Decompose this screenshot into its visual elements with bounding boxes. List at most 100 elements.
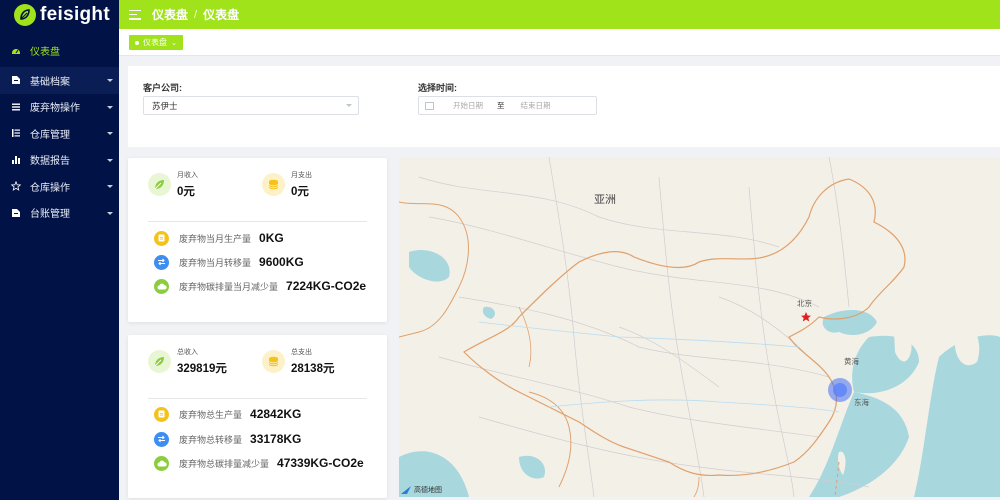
- coins-icon: [262, 173, 285, 196]
- map-view[interactable]: 亚洲 北京 黄海 东海 高德地图: [399, 157, 1000, 497]
- total-expense-value: 28138元: [291, 363, 335, 375]
- sidebar-item-label: 仪表盘: [30, 47, 60, 58]
- leaf-icon: [148, 173, 171, 196]
- list-item: 废弃物总转移量 33178KG: [154, 431, 301, 447]
- sidebar-item-label: 数据报告: [30, 156, 70, 168]
- document-icon: [154, 406, 169, 422]
- total-production-value: 42842KG: [250, 407, 302, 421]
- total-transfer-label: 废弃物总转移量: [179, 434, 243, 445]
- tab-dropdown-icon[interactable]: ⌄: [171, 39, 177, 47]
- warehouse-list-icon: [11, 128, 21, 138]
- map-attribution[interactable]: 高德地图: [401, 485, 442, 495]
- sidebar-item-label: 基础档案: [30, 76, 70, 88]
- monthly-income-label: 月收入: [177, 172, 198, 179]
- location-marker[interactable]: [828, 378, 852, 402]
- monthly-carbon-value: 7224KG-CO2e: [286, 279, 367, 293]
- sidebar-item-label: 仓库管理: [30, 129, 70, 141]
- monthly-income-value: 0元: [177, 186, 195, 198]
- monthly-carbon-label: 废弃物碳排量当月减少量: [179, 281, 279, 292]
- filter-panel: 客户公司: 苏伊士 选择时间: 开始日期 至 结束日期: [128, 66, 1000, 147]
- sidebar: feisight 仪表盘 基础档案 废弃物操作 仓库管理 数据报告 仓库操作 台…: [0, 0, 119, 500]
- map-label-east-sea: 东海: [854, 398, 869, 407]
- company-select-value: 苏伊士: [152, 100, 178, 111]
- total-income-stat: 总收入 329819元: [148, 347, 227, 376]
- total-expense-label: 总支出: [291, 349, 312, 356]
- leaf-logo-icon: [14, 4, 36, 26]
- list-item: 废弃物当月生产量 0KG: [154, 230, 284, 246]
- list-item: 废弃物碳排量当月减少量 7224KG-CO2e: [154, 278, 366, 294]
- sidebar-item-warehouse-management[interactable]: 仓库管理: [0, 120, 119, 147]
- tab-active-dot: [135, 40, 139, 45]
- sidebar-item-dashboard[interactable]: 仪表盘: [0, 34, 119, 67]
- breadcrumb-current: 仪表盘: [203, 8, 240, 22]
- sidebar-item-label: 仓库操作: [30, 182, 70, 194]
- card-divider: [148, 398, 367, 399]
- total-production-label: 废弃物总生产量: [179, 409, 243, 420]
- end-date-input[interactable]: 结束日期: [521, 100, 551, 111]
- document-icon: [11, 75, 21, 85]
- total-carbon-value: 47339KG-CO2e: [277, 456, 364, 470]
- company-label: 客户公司:: [143, 83, 182, 93]
- menu-toggle-icon[interactable]: [129, 9, 141, 20]
- sidebar-item-warehouse-operations[interactable]: 仓库操作: [0, 173, 119, 200]
- bar-chart-icon: [11, 155, 21, 165]
- document-icon: [154, 230, 169, 246]
- time-label: 选择时间:: [418, 83, 457, 93]
- amap-logo-icon: [401, 486, 411, 494]
- total-income-label: 总收入: [177, 349, 198, 356]
- sidebar-item-basic-records[interactable]: 基础档案: [0, 67, 119, 94]
- sidebar-item-label: 废弃物操作: [30, 103, 80, 115]
- total-transfer-value: 33178KG: [250, 432, 302, 446]
- list-item: 废弃物当月转移量 9600KG: [154, 254, 304, 270]
- sidebar-menu: 仪表盘 基础档案 废弃物操作 仓库管理 数据报告 仓库操作 台账管理: [0, 34, 119, 226]
- monthly-transfer-label: 废弃物当月转移量: [179, 257, 252, 268]
- coins-icon: [262, 350, 285, 373]
- sidebar-item-data-report[interactable]: 数据报告: [0, 147, 119, 174]
- caret-down-icon: [107, 158, 113, 162]
- caret-down-icon: [107, 211, 113, 215]
- date-range-picker[interactable]: 开始日期 至 结束日期: [418, 96, 597, 115]
- cloud-icon: [154, 455, 169, 471]
- list-item: 废弃物总碳排量减少量 47339KG-CO2e: [154, 455, 364, 471]
- transfer-icon: [154, 254, 169, 270]
- start-date-input[interactable]: 开始日期: [453, 100, 483, 111]
- brand-name: feisight: [40, 4, 110, 25]
- star-icon: [11, 181, 21, 192]
- total-stats-card: 总收入 329819元 总支出 28138元 废弃物总生产量 42842KG 废…: [128, 335, 387, 498]
- monthly-expense-value: 0元: [291, 186, 309, 198]
- caret-down-icon: [107, 105, 113, 109]
- caret-down-icon: [107, 185, 113, 189]
- tab-bar: 仪表盘 ⌄: [119, 29, 1000, 56]
- chevron-down-icon: [346, 104, 352, 107]
- list-icon: [11, 102, 21, 112]
- total-income-value: 329819元: [177, 363, 227, 375]
- cloud-icon: [154, 278, 169, 294]
- card-divider: [148, 221, 367, 222]
- monthly-expense-stat: 月支出 0元: [262, 170, 312, 199]
- sidebar-item-ledger-management[interactable]: 台账管理: [0, 200, 119, 227]
- leaf-icon: [148, 350, 171, 373]
- transfer-icon: [154, 431, 169, 447]
- monthly-income-stat: 月收入 0元: [148, 170, 198, 199]
- tab-dashboard[interactable]: 仪表盘 ⌄: [129, 35, 183, 50]
- top-header: 仪表盘 / 仪表盘: [119, 0, 1000, 29]
- calendar-icon: [425, 101, 434, 110]
- map-label-yellow-sea: 黄海: [844, 357, 859, 366]
- monthly-expense-label: 月支出: [291, 172, 312, 179]
- monthly-stats-card: 月收入 0元 月支出 0元 废弃物当月生产量 0KG 废弃物当月转移量 9600…: [128, 158, 387, 322]
- map-canvas: [399, 157, 1000, 497]
- breadcrumb-separator: /: [194, 8, 198, 21]
- sidebar-item-waste-operations[interactable]: 废弃物操作: [0, 94, 119, 121]
- total-carbon-label: 废弃物总碳排量减少量: [179, 458, 270, 469]
- caret-down-icon: [107, 79, 113, 83]
- monthly-production-value: 0KG: [259, 231, 284, 245]
- company-select[interactable]: 苏伊士: [143, 96, 359, 115]
- ledger-icon: [11, 208, 21, 218]
- caret-down-icon: [107, 132, 113, 136]
- list-item: 废弃物总生产量 42842KG: [154, 406, 301, 422]
- brand-logo[interactable]: feisight: [0, 0, 119, 30]
- monthly-transfer-value: 9600KG: [259, 255, 304, 269]
- monthly-production-label: 废弃物当月生产量: [179, 233, 252, 244]
- map-label-beijing: 北京: [797, 299, 812, 308]
- breadcrumb-root[interactable]: 仪表盘: [152, 6, 188, 23]
